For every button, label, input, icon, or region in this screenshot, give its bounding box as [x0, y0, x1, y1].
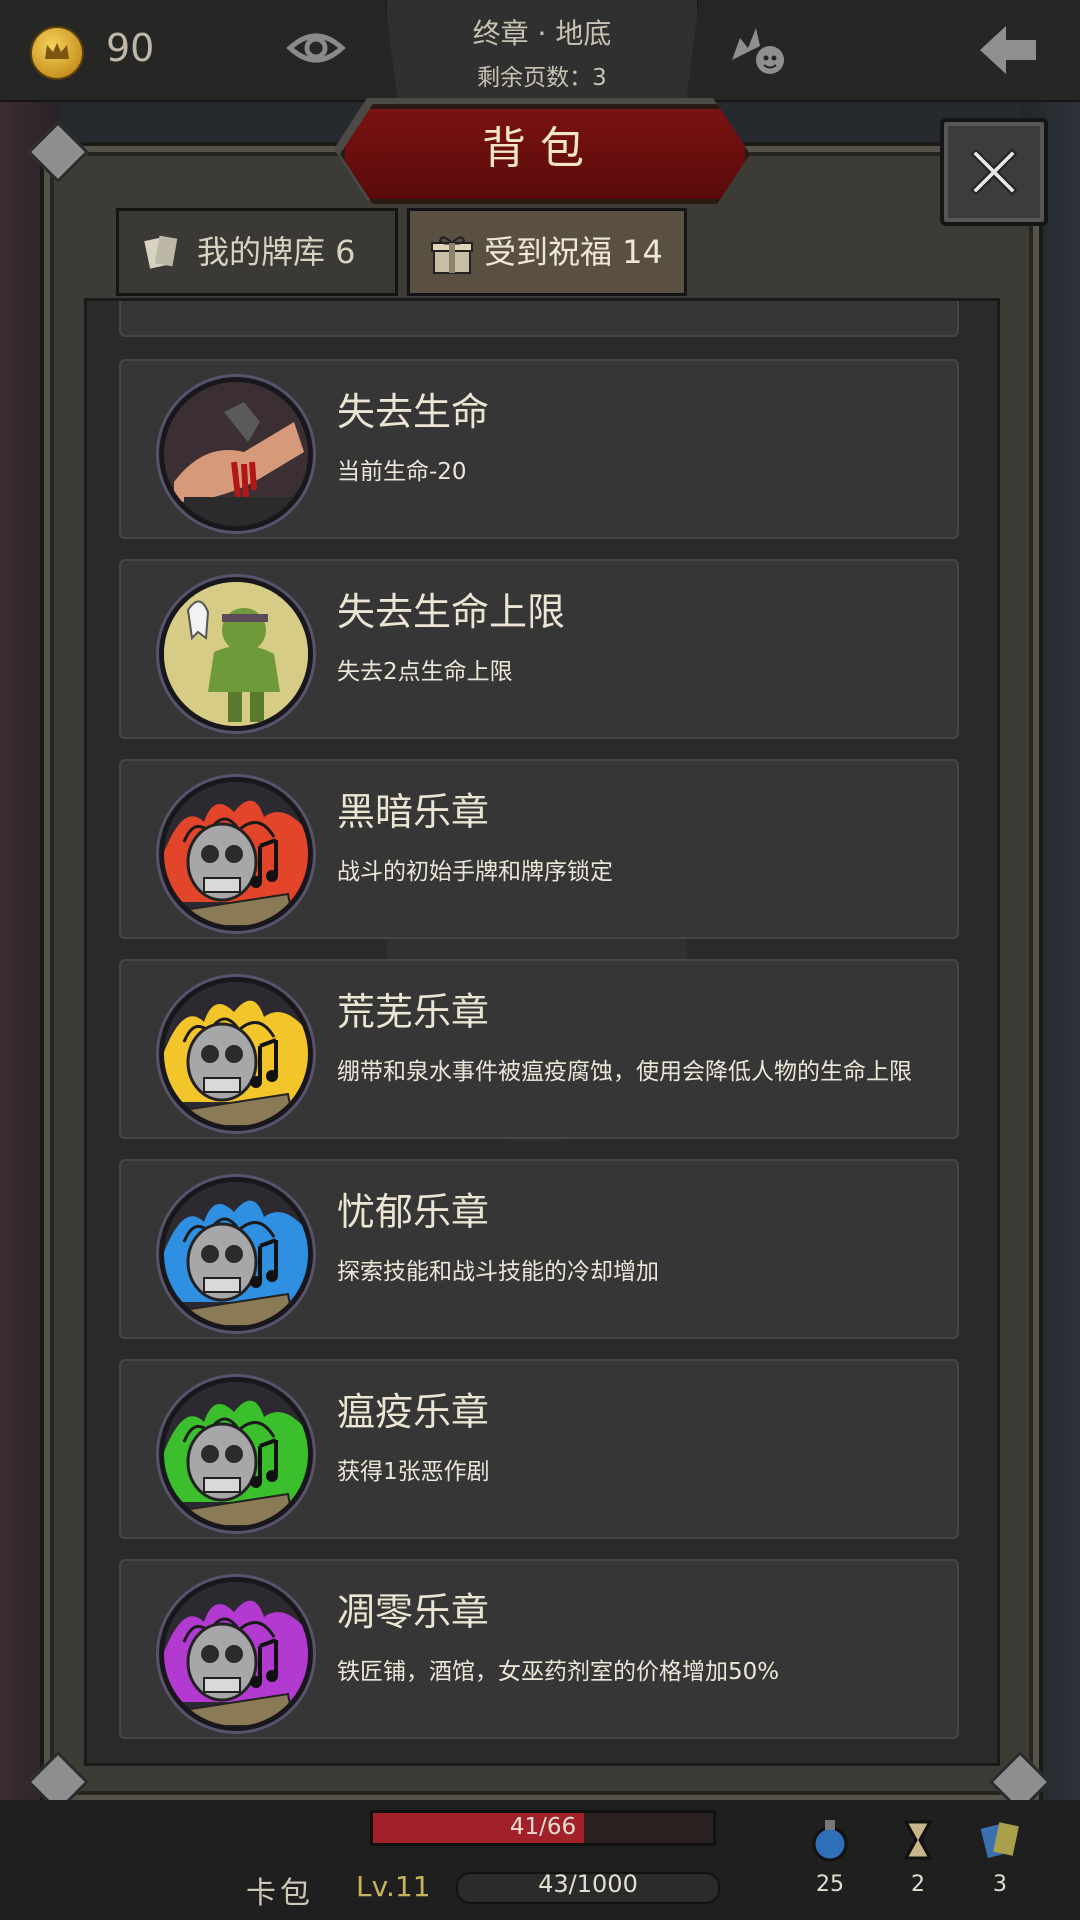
blessing-item[interactable]: 失去生命上限 失去2点生命上限	[119, 559, 959, 739]
tab-my-deck[interactable]: 我的牌库 6	[116, 208, 398, 296]
close-icon	[970, 148, 1018, 196]
level-label: Lv.11	[356, 1870, 431, 1903]
blessing-item[interactable]: 凋零乐章铁匠铺，酒馆，女巫药剂室的价格增加50%	[119, 1559, 959, 1739]
modal-title: 背包	[482, 123, 598, 174]
potion-count: 25	[816, 1872, 844, 1897]
blessing-item[interactable]: 忧郁乐章探索技能和战斗技能的冷却增加	[119, 1159, 959, 1339]
blessing-title: 忧郁乐章	[337, 1190, 490, 1234]
chapter-title: 终章 · 地底	[472, 17, 612, 50]
hourglass-icon[interactable]	[896, 1818, 940, 1862]
skull-music-blue-icon	[159, 1177, 313, 1331]
skull-music-purple-icon	[159, 1577, 313, 1731]
blessing-desc: 战斗的初始手牌和牌序锁定	[337, 859, 613, 885]
blessing-title: 凋零乐章	[337, 1590, 490, 1634]
blessing-desc: 当前生命-20	[337, 459, 467, 485]
blessing-desc: 获得1张恶作剧	[337, 1459, 490, 1485]
chapter-info: 终章 · 地底 剩余页数：3	[385, 0, 699, 100]
ghoul-icon	[159, 577, 313, 731]
gift-icon	[431, 236, 473, 274]
blessing-item[interactable]: 瘟疫乐章获得1张恶作剧	[119, 1359, 959, 1539]
skull-music-green-icon	[159, 1377, 313, 1531]
card-stack-icon[interactable]	[978, 1818, 1022, 1862]
blessing-title: 瘟疫乐章	[337, 1390, 490, 1434]
close-button[interactable]	[940, 118, 1048, 226]
blessing-desc: 铁匠铺，酒馆，女巫药剂室的价格增加50%	[337, 1659, 780, 1685]
top-bar: 90 终章 · 地底 剩余页数：3	[0, 0, 1080, 102]
potion-icon[interactable]	[808, 1818, 852, 1862]
blessing-item[interactable]: 黑暗乐章战斗的初始手牌和牌序锁定	[119, 759, 959, 939]
bleeding-arm-icon	[159, 377, 313, 531]
hp-text: 41/66	[509, 1814, 577, 1840]
card-count: 3	[993, 1872, 1007, 1897]
blessing-desc: 失去2点生命上限	[337, 659, 513, 685]
blessing-title: 黑暗乐章	[337, 790, 490, 834]
xp-text: 43/1000	[538, 1870, 638, 1898]
blessing-desc: 绷带和泉水事件被瘟疫腐蚀，使用会降低人物的生命上限	[337, 1059, 912, 1085]
cards-icon	[144, 235, 178, 269]
back-arrow-icon[interactable]	[976, 22, 1040, 78]
coin-count: 90	[106, 26, 155, 70]
skull-music-red-icon	[159, 777, 313, 931]
blessing-desc: 探索技能和战斗技能的冷却增加	[337, 1259, 659, 1285]
tab-label: 我的牌库 6	[197, 233, 356, 271]
pumpkin-icon[interactable]	[726, 20, 788, 76]
blessing-item[interactable]: 荒芜乐章绷带和泉水事件被瘟疫腐蚀，使用会降低人物的生命上限	[119, 959, 959, 1139]
tab-blessings[interactable]: 受到祝福 14	[407, 208, 687, 296]
tab-label: 受到祝福 14	[484, 233, 663, 271]
blessing-list-panel[interactable]: 失去生命 当前生命-20 失去生命上限 失去2点生命上限 黑暗乐章战斗的初始手牌…	[84, 298, 1000, 1766]
card-pack-label[interactable]: 卡包	[246, 1868, 314, 1912]
eye-icon[interactable]	[286, 28, 346, 68]
skull-music-yellow-icon	[159, 977, 313, 1131]
list-item-partial	[119, 301, 959, 337]
blessing-title: 失去生命	[337, 390, 490, 434]
hourglass-count: 2	[911, 1872, 925, 1897]
blessing-title: 荒芜乐章	[337, 990, 490, 1034]
crown-coin-icon	[30, 26, 84, 80]
blessing-item[interactable]: 失去生命 当前生命-20	[119, 359, 959, 539]
pages-remaining: 剩余页数：3	[477, 65, 607, 91]
blessing-title: 失去生命上限	[337, 590, 566, 634]
